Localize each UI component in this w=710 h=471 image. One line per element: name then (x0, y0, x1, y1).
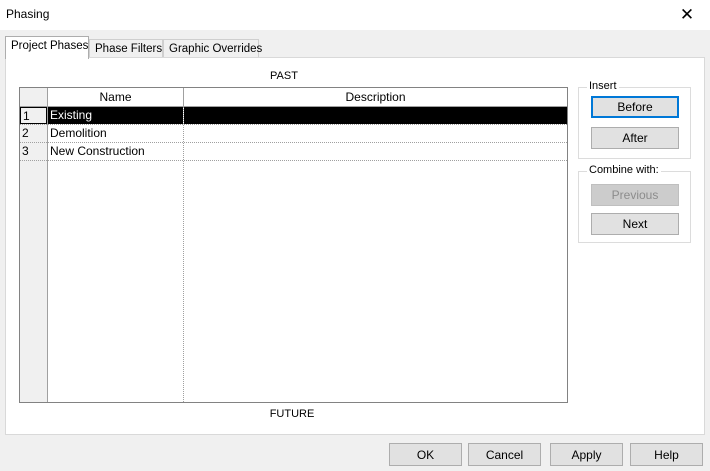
title-bar: Phasing ✕ (0, 0, 710, 30)
phase-description-cell[interactable] (184, 125, 567, 142)
insert-group-title: Insert (587, 80, 619, 92)
insert-after-button[interactable]: After (591, 127, 679, 149)
cancel-button[interactable]: Cancel (468, 443, 541, 466)
combine-group-title: Combine with: (587, 164, 661, 176)
insert-before-button[interactable]: Before (591, 96, 679, 118)
phase-description-cell[interactable] (184, 107, 567, 124)
combine-next-button[interactable]: Next (591, 213, 679, 235)
tab-label: Phase Filters (95, 43, 163, 55)
ok-button[interactable]: OK (389, 443, 462, 466)
phases-table[interactable]: Name Description 1 Existing 2 Demolition… (19, 87, 568, 403)
table-row[interactable]: 3 New Construction (20, 143, 567, 161)
tab-label: Project Phases (11, 40, 89, 52)
phase-description-cell[interactable] (184, 143, 567, 160)
table-row[interactable]: 2 Demolition (20, 125, 567, 143)
corner-header (20, 88, 48, 107)
help-button[interactable]: Help (630, 443, 703, 466)
future-label: FUTURE (269, 408, 315, 420)
column-header-description[interactable]: Description (184, 88, 567, 107)
column-header-name[interactable]: Name (48, 88, 183, 107)
phase-name-cell[interactable]: New Construction (48, 143, 183, 160)
close-icon: ✕ (679, 5, 695, 24)
row-number[interactable]: 2 (20, 125, 47, 142)
tab-phase-filters[interactable]: Phase Filters (89, 39, 163, 58)
tab-graphic-overrides[interactable]: Graphic Overrides (163, 39, 263, 58)
tab-project-phases[interactable]: Project Phases (5, 36, 89, 59)
row-number[interactable]: 3 (20, 143, 47, 160)
tab-label: Graphic Overrides (169, 43, 263, 55)
header-divider (183, 88, 184, 107)
close-button[interactable]: ✕ (664, 0, 710, 30)
window-title: Phasing (6, 7, 50, 21)
apply-button[interactable]: Apply (550, 443, 623, 466)
phase-name-cell[interactable]: Existing (48, 107, 183, 124)
combine-previous-button: Previous (591, 184, 679, 206)
phase-name-cell[interactable]: Demolition (48, 125, 183, 142)
past-label: PAST (270, 70, 298, 82)
row-number[interactable]: 1 (20, 107, 47, 124)
table-row[interactable]: 1 Existing (20, 107, 567, 125)
